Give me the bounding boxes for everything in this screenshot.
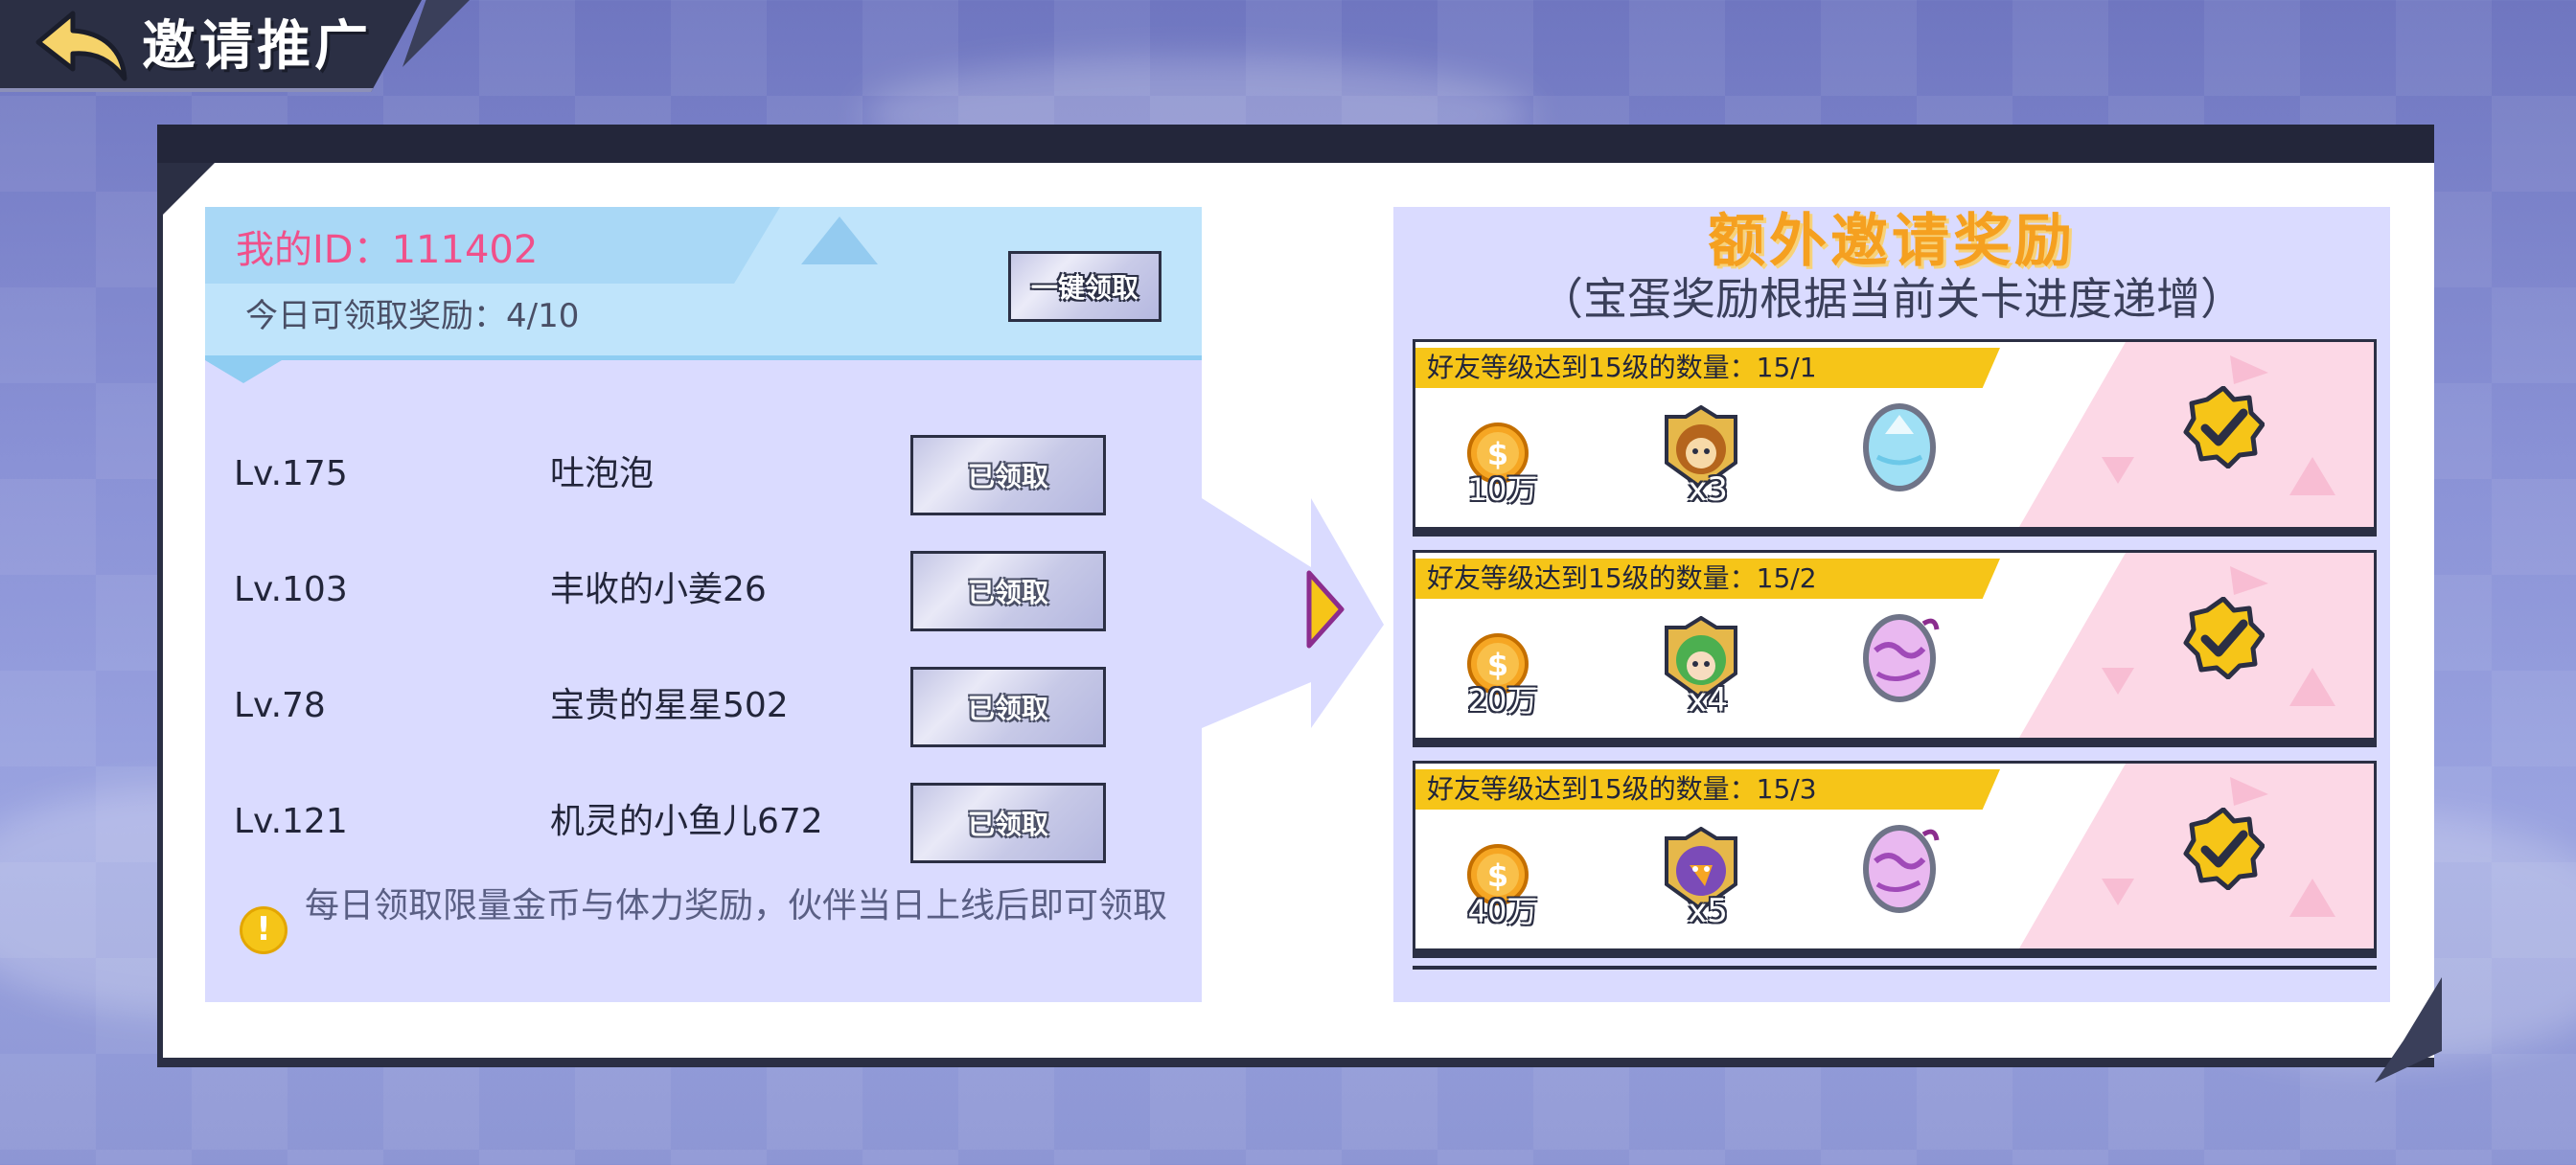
purple-egg-icon bbox=[1863, 825, 1940, 913]
arrow-right-icon bbox=[1306, 570, 1345, 649]
coin-amount: 10万 bbox=[1467, 471, 1538, 508]
hero-count: x4 bbox=[1688, 681, 1728, 720]
page-title: 邀请推广 bbox=[142, 15, 372, 78]
svg-text:$: $ bbox=[1487, 647, 1508, 683]
claimed-button[interactable]: 已领取 bbox=[910, 551, 1106, 631]
check-badge-icon bbox=[2183, 597, 2265, 679]
friend-name: 丰收的小姜26 bbox=[550, 570, 767, 609]
reward-card: 好友等级达到15级的数量：15/1 $ 10万 x3 bbox=[1413, 339, 2377, 537]
coin-amount: 20万 bbox=[1467, 682, 1538, 719]
list-bottom-edge bbox=[1413, 966, 2377, 970]
friend-row: Lv.103 丰收的小姜26 已领取 bbox=[205, 547, 1202, 633]
one-key-claim-button[interactable]: 一键领取 bbox=[1008, 251, 1162, 322]
purple-egg-icon bbox=[1863, 614, 1940, 702]
reward-condition: 好友等级达到15级的数量：15/3 bbox=[1427, 773, 1817, 805]
reward-condition: 好友等级达到15级的数量：15/2 bbox=[1427, 562, 1817, 594]
friend-name: 吐泡泡 bbox=[550, 454, 655, 493]
extra-reward-subtitle: （宝蛋奖励根据当前关卡进度递增） bbox=[1539, 273, 2244, 325]
friend-level: Lv.175 bbox=[234, 454, 348, 493]
extra-reward-title: 额外邀请奖励 bbox=[1708, 208, 2076, 275]
notice-text: 每日领取限量金币与体力奖励，伙伴当日上线后即可领取 bbox=[305, 886, 1168, 925]
friend-level: Lv.121 bbox=[234, 802, 348, 841]
friend-row: Lv.121 机灵的小鱼儿672 已领取 bbox=[205, 779, 1202, 865]
my-id: 我的ID：111402 bbox=[236, 228, 539, 272]
svg-text:$: $ bbox=[1487, 857, 1508, 894]
claimed-button[interactable]: 已领取 bbox=[910, 667, 1106, 747]
friend-row: Lv.175 吐泡泡 已领取 bbox=[205, 431, 1202, 517]
friend-level: Lv.78 bbox=[234, 686, 326, 725]
check-badge-icon bbox=[2183, 808, 2265, 890]
claimed-button[interactable]: 已领取 bbox=[910, 435, 1106, 515]
exclamation-icon: ! bbox=[240, 906, 288, 954]
reward-card: 好友等级达到15级的数量：15/3 $ 40万 x5 bbox=[1413, 761, 2377, 958]
back-button[interactable] bbox=[34, 10, 130, 82]
today-claim-count: 今日可领取奖励：4/10 bbox=[245, 297, 580, 335]
friend-name: 宝贵的星星502 bbox=[550, 686, 789, 725]
hero-count: x3 bbox=[1688, 470, 1728, 509]
reward-condition: 好友等级达到15级的数量：15/1 bbox=[1427, 352, 1817, 383]
svg-text:$: $ bbox=[1487, 436, 1508, 472]
back-arrow-icon bbox=[35, 11, 127, 81]
friend-level: Lv.103 bbox=[234, 570, 348, 609]
reward-card: 好友等级达到15级的数量：15/2 $ 20万 x4 bbox=[1413, 550, 2377, 747]
coin-amount: 40万 bbox=[1467, 893, 1538, 929]
claimed-button[interactable]: 已领取 bbox=[910, 783, 1106, 863]
blue-egg-icon bbox=[1863, 403, 1936, 491]
hero-count: x5 bbox=[1688, 892, 1728, 930]
friend-row: Lv.78 宝贵的星星502 已领取 bbox=[205, 663, 1202, 749]
check-badge-icon bbox=[2183, 386, 2265, 468]
friend-name: 机灵的小鱼儿672 bbox=[550, 802, 823, 841]
